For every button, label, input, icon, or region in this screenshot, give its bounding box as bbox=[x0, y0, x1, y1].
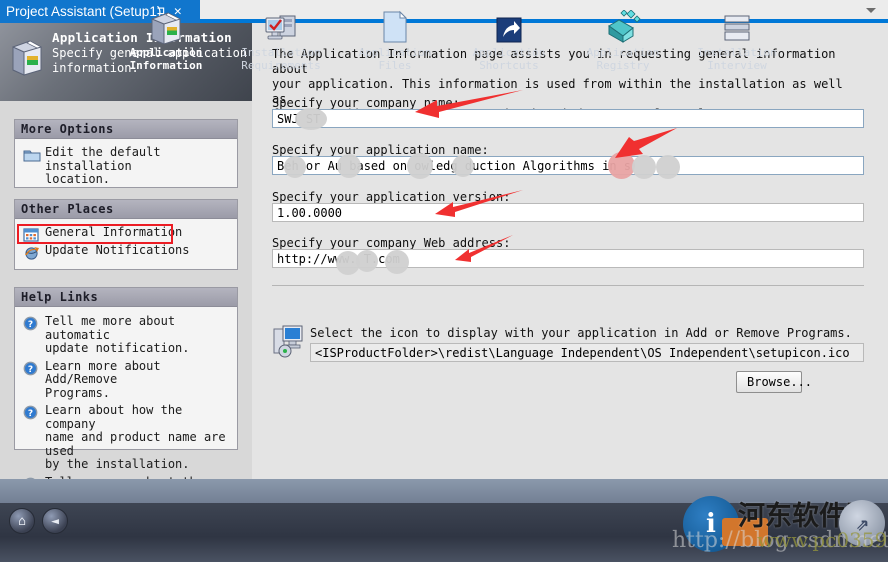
help-question-icon: ? bbox=[23, 316, 41, 332]
nav-item-label: Application Shortcuts bbox=[472, 46, 546, 72]
computer-check-icon bbox=[221, 8, 341, 44]
nav-item-installation-interview[interactable]: Installation Interview bbox=[677, 8, 797, 72]
nav-item-label: Installation Requirements bbox=[241, 46, 321, 72]
application-name-label: Specify your application name: bbox=[272, 143, 489, 157]
redaction-blob bbox=[284, 156, 306, 178]
nav-item-application-files[interactable]: Application Files bbox=[335, 8, 455, 72]
svg-text:?: ? bbox=[28, 320, 33, 330]
shortcut-arrow-icon bbox=[449, 8, 569, 44]
redaction-blob bbox=[356, 250, 378, 272]
panel-more-options-title: More Options bbox=[15, 120, 237, 139]
company-name-input[interactable]: SWJ ST bbox=[272, 109, 864, 128]
list-item-label: Edit the default installation location. bbox=[45, 145, 161, 186]
panel-more-options: More Options Edit the default installati… bbox=[14, 119, 238, 188]
panel-help-links: Help Links ? Tell me more about automati… bbox=[14, 287, 238, 502]
file-page-icon bbox=[335, 8, 455, 44]
nav-item-application-information[interactable]: Application Information bbox=[106, 8, 226, 72]
home-icon[interactable]: ⌂ bbox=[9, 508, 35, 534]
application-package-icon bbox=[106, 8, 226, 44]
annotation-arrow bbox=[415, 90, 523, 118]
nav-item-label: Application Information bbox=[129, 46, 203, 72]
nav-item-application-shortcuts[interactable]: Application Shortcuts bbox=[449, 8, 569, 72]
sidebar-item-label: General Information bbox=[45, 225, 183, 239]
help-link-label: Tell me more about automatic update noti… bbox=[45, 314, 190, 355]
help-link-label: Learn about how the company name and pro… bbox=[45, 403, 226, 471]
redaction-blob bbox=[385, 250, 409, 274]
panel-other-places: Other Places General Information Update … bbox=[14, 199, 238, 270]
redaction-blob bbox=[337, 154, 361, 178]
back-arrow-icon[interactable]: ◄ bbox=[42, 508, 68, 534]
panel-other-places-body: General Information Update Notifications bbox=[15, 219, 237, 269]
panel-help-links-title: Help Links bbox=[15, 288, 237, 307]
setup-icon-path-input[interactable]: <ISProductFolder>\redist\Language Indepe… bbox=[310, 343, 864, 362]
nav-item-label: Installation Interview bbox=[697, 46, 777, 72]
svg-text:?: ? bbox=[28, 409, 33, 419]
redaction-blob bbox=[407, 153, 433, 179]
list-item[interactable]: Edit the default installation location. bbox=[23, 145, 229, 187]
folder-icon bbox=[23, 147, 41, 163]
sidebar-item-update-notifications[interactable]: Update Notifications bbox=[23, 243, 229, 261]
annotation-arrow bbox=[435, 190, 523, 217]
sidebar-item-label: Update Notifications bbox=[45, 243, 190, 257]
project-assistant-window: Project Assistant (Setup1) ⊐ ✕ Applicati… bbox=[0, 0, 888, 562]
help-question-icon: ? bbox=[23, 361, 41, 377]
panel-help-links-body: ? Tell me more about automatic update no… bbox=[15, 307, 237, 502]
navbar-items: Application Information Installation Req… bbox=[0, 0, 888, 83]
setup-display-icon bbox=[273, 325, 303, 358]
installation-interview-icon bbox=[677, 8, 797, 44]
update-globe-icon bbox=[23, 245, 41, 261]
browse-button[interactable]: Browse... bbox=[736, 371, 812, 393]
help-question-icon: ? bbox=[23, 405, 41, 421]
nav-item-label: Application Registry bbox=[586, 46, 660, 72]
sidebar-item-general-information[interactable]: General Information bbox=[23, 225, 229, 243]
help-link-item[interactable]: ? Learn more about Add/Remove Programs. bbox=[23, 358, 229, 401]
help-link-item[interactable]: ? Learn about how the company name and p… bbox=[23, 403, 229, 472]
section-divider bbox=[272, 285, 864, 286]
help-link-label: Learn more about Add/Remove Programs. bbox=[45, 358, 161, 400]
grid-table-icon bbox=[23, 227, 41, 243]
svg-text:?: ? bbox=[28, 365, 33, 375]
icon-section-description: Select the icon to display with your app… bbox=[310, 326, 852, 340]
annotation-arrow bbox=[455, 235, 513, 262]
sidebar: More Options Edit the default installati… bbox=[0, 101, 252, 502]
registry-blocks-icon bbox=[563, 8, 683, 44]
annotation-arrow bbox=[615, 128, 677, 158]
redaction-blob bbox=[295, 108, 327, 130]
bottom-navbar bbox=[0, 479, 888, 562]
panel-more-options-body: Edit the default installation location. bbox=[15, 139, 237, 187]
panel-other-places-title: Other Places bbox=[15, 200, 237, 219]
application-version-input[interactable]: 1.00.0000 bbox=[272, 203, 864, 222]
nav-item-label: Application Files bbox=[358, 46, 432, 72]
nav-item-installation-requirements[interactable]: Installation Requirements bbox=[221, 8, 341, 72]
redaction-blob bbox=[452, 155, 474, 177]
help-link-item[interactable]: ? Tell me more about automatic update no… bbox=[23, 314, 229, 356]
nav-item-application-registry[interactable]: Application Registry bbox=[563, 8, 683, 72]
